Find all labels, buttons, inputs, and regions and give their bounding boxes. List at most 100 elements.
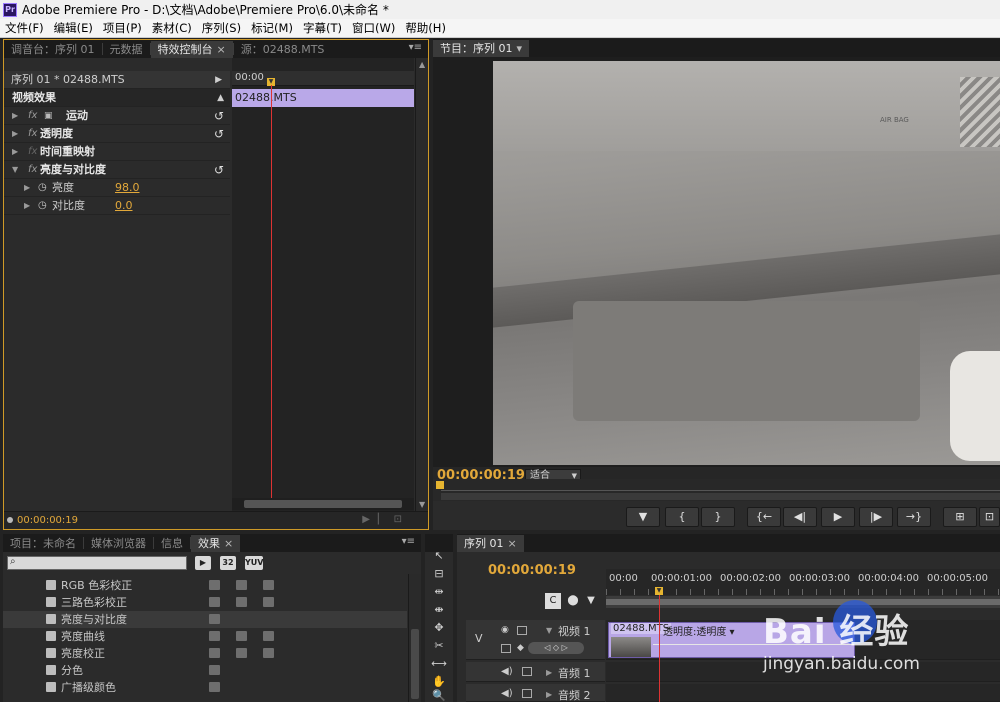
- collapse-triangle-icon[interactable]: ▼: [12, 161, 18, 179]
- audio1-track-area[interactable]: [606, 662, 1000, 682]
- rolling-edit-tool-icon[interactable]: ⇼: [430, 602, 448, 618]
- menu-marker[interactable]: 标记(M): [246, 20, 298, 36]
- 32bit-effects-icon[interactable]: 32: [220, 556, 236, 570]
- zoom-tool-icon[interactable]: 🔍: [430, 690, 448, 702]
- menu-sequence[interactable]: 序列(S): [197, 20, 246, 36]
- ripple-edit-tool-icon[interactable]: ⇹: [430, 584, 448, 600]
- mark-out-button[interactable]: }: [701, 507, 735, 527]
- tab-program[interactable]: 节目：序列 01 ▾: [433, 40, 530, 57]
- slip-tool-icon[interactable]: ⟷: [430, 656, 448, 672]
- playhead-marker[interactable]: [436, 481, 444, 489]
- menu-clip[interactable]: 素材(C): [147, 20, 197, 36]
- menu-window[interactable]: 窗口(W): [347, 20, 400, 36]
- go-to-out-button[interactable]: →}: [897, 507, 931, 527]
- list-item[interactable]: 亮度与对比度: [3, 611, 407, 628]
- list-item[interactable]: 广播级颜色: [3, 679, 407, 696]
- close-icon[interactable]: ×: [217, 43, 226, 56]
- selection-tool-icon[interactable]: ↖: [430, 548, 448, 564]
- collapse-up-icon[interactable]: ▲: [217, 89, 224, 107]
- fx-badge-icon[interactable]: fx: [28, 107, 37, 125]
- tab-effect-controls[interactable]: 特效控制台 ×: [150, 41, 233, 58]
- reset-icon[interactable]: ↺: [214, 161, 224, 179]
- audio1-track-header[interactable]: ◀) ▶ 音频 1: [466, 662, 605, 682]
- tab-audio-mixer[interactable]: 调音台：序列 01: [4, 41, 102, 58]
- tab-source[interactable]: 源：02488.MTS: [234, 41, 332, 58]
- menu-file[interactable]: 文件(F): [0, 20, 49, 36]
- timeline-timecode[interactable]: 00:00:00:19: [488, 563, 576, 578]
- hand-tool-icon[interactable]: ✋: [430, 674, 448, 690]
- list-item[interactable]: 分色: [3, 662, 407, 679]
- scroll-down-icon[interactable]: ▼: [419, 500, 425, 509]
- footer-icons[interactable]: ▶▏⊡: [362, 514, 410, 525]
- effect-vertical-scrollbar[interactable]: ▲ ▼: [415, 58, 428, 511]
- contrast-value[interactable]: 0.0: [115, 197, 133, 215]
- expand-triangle-icon[interactable]: ▶: [12, 143, 18, 161]
- play-button[interactable]: ▶: [821, 507, 855, 527]
- source-v-label[interactable]: V: [475, 632, 483, 645]
- tab-info[interactable]: 信息: [154, 535, 190, 552]
- razor-tool-icon[interactable]: ✂: [430, 638, 448, 654]
- effects-scrollbar[interactable]: [408, 574, 421, 702]
- tab-sequence-01[interactable]: 序列 01 ×: [457, 535, 524, 552]
- effect-horizontal-scrollbar[interactable]: [232, 498, 414, 510]
- display-style-icon[interactable]: [501, 644, 511, 653]
- snap-icon[interactable]: C: [545, 593, 561, 609]
- collapse-triangle-icon[interactable]: ▼: [546, 626, 552, 635]
- expand-triangle-icon[interactable]: ▶: [12, 107, 18, 125]
- expand-triangle-icon[interactable]: ▶: [546, 690, 552, 699]
- audio2-track-header[interactable]: ◀) ▶ 音频 2: [466, 684, 605, 702]
- eye-icon[interactable]: ◉: [501, 625, 509, 635]
- expand-triangle-icon[interactable]: ▶: [546, 668, 552, 677]
- menu-project[interactable]: 项目(P): [98, 20, 147, 36]
- add-marker-icon[interactable]: ▼: [583, 593, 599, 609]
- video-track-area[interactable]: 02488.MTS 透明度:透明度 ▾: [606, 620, 1000, 660]
- fx-badge-icon[interactable]: fx: [28, 125, 37, 143]
- transform-box-icon[interactable]: ▣: [44, 107, 53, 125]
- scroll-thumb[interactable]: [244, 500, 402, 508]
- lift-button[interactable]: ⊞: [943, 507, 977, 527]
- tab-metadata[interactable]: 元数据: [103, 41, 150, 58]
- scroll-thumb[interactable]: [411, 629, 419, 699]
- timeline-clip[interactable]: 02488.MTS 透明度:透明度 ▾: [608, 622, 855, 658]
- opacity-rubberband[interactable]: [653, 644, 854, 645]
- fx-badge-icon[interactable]: fx: [28, 161, 37, 179]
- keyframe-icon[interactable]: ◆: [517, 643, 524, 653]
- effect-timeline-ruler[interactable]: 00:00: [232, 71, 414, 86]
- timeline-ruler[interactable]: 00:00 00:00:01:00 00:00:02:00 00:00:03:0…: [606, 569, 1000, 595]
- effect-timecode[interactable]: 00:00:00:19: [17, 515, 78, 526]
- tab-project[interactable]: 项目：未命名: [3, 535, 83, 552]
- program-viewer[interactable]: AIR BAG 00:00:00:19 适合 ▼: [433, 57, 1000, 485]
- panel-menu-icon[interactable]: ▾≡: [402, 536, 415, 547]
- lock-toggle-icon[interactable]: [517, 626, 527, 635]
- effect-row-brightness-contrast[interactable]: ▼ fx 亮度与对比度 ↺: [4, 161, 230, 179]
- expand-triangle-icon[interactable]: ▶: [12, 125, 18, 143]
- dropdown-arrow-icon[interactable]: ▾: [517, 42, 523, 55]
- timeline-playhead-marker[interactable]: ▼: [655, 587, 663, 595]
- accelerated-effects-icon[interactable]: ▶: [195, 556, 211, 570]
- track-select-tool-icon[interactable]: ⊟: [430, 566, 448, 582]
- program-zoom-scroll[interactable]: [441, 493, 1000, 500]
- tab-effects[interactable]: 效果 ×: [191, 535, 241, 552]
- keyframe-nav-icon[interactable]: ◁ ◇ ▷: [528, 642, 584, 654]
- clip-opacity-label[interactable]: 透明度:透明度 ▾: [663, 623, 735, 638]
- close-icon[interactable]: ×: [224, 537, 233, 550]
- work-area-bar[interactable]: [606, 596, 1000, 608]
- effect-row-time-remap[interactable]: ▶ fx 时间重映射: [4, 143, 230, 161]
- expand-triangle-icon[interactable]: ▶: [24, 197, 30, 215]
- speaker-icon[interactable]: ◀): [501, 666, 513, 677]
- menu-title[interactable]: 字幕(T): [298, 20, 347, 36]
- effect-row-opacity[interactable]: ▶ fx 透明度 ↺: [4, 125, 230, 143]
- work-area-range[interactable]: [606, 599, 1000, 605]
- tab-media-browser[interactable]: 媒体浏览器: [84, 535, 153, 552]
- marker-icon[interactable]: ⬤: [565, 593, 581, 609]
- step-forward-button[interactable]: |▶: [859, 507, 893, 527]
- yuv-effects-icon[interactable]: YUV: [245, 556, 263, 570]
- step-back-button[interactable]: ◀|: [783, 507, 817, 527]
- list-item[interactable]: RGB 色彩校正: [3, 577, 407, 594]
- extract-button[interactable]: ⊡: [979, 507, 1000, 527]
- brightness-value[interactable]: 98.0: [115, 179, 140, 197]
- expand-triangle-icon[interactable]: ▶: [24, 179, 30, 197]
- audio2-track-area[interactable]: [606, 684, 1000, 702]
- effects-search-input[interactable]: ⌕: [7, 556, 187, 570]
- scroll-up-icon[interactable]: ▲: [419, 60, 425, 69]
